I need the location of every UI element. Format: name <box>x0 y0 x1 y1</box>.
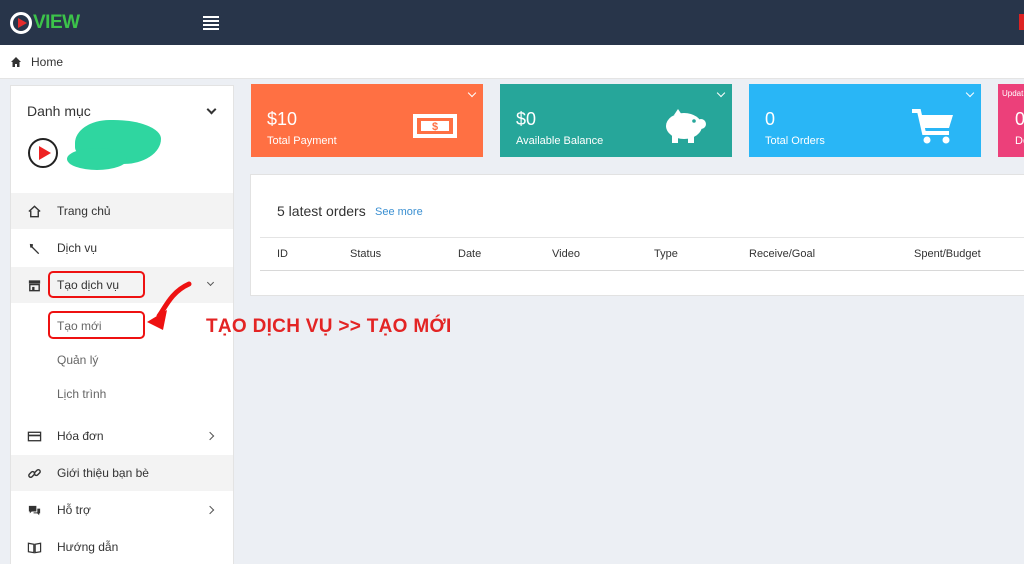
chevron-down-icon[interactable] <box>965 88 975 98</box>
column-header-status[interactable]: Status <box>350 248 381 260</box>
card-value: $10 <box>267 109 298 129</box>
sidebar-item-trang-chu[interactable]: Trang chủ <box>11 193 233 229</box>
column-header-video[interactable]: Video <box>552 248 580 260</box>
card-top-note: Updat <box>1002 89 1024 98</box>
breadcrumb: Home <box>0 45 1024 79</box>
column-header-type[interactable]: Type <box>654 248 678 260</box>
divider <box>260 270 1024 271</box>
annotation-text: TẠO DỊCH VỤ >> TẠO MỚI <box>206 316 452 337</box>
column-header-spent-budget[interactable]: Spent/Budget <box>914 248 981 260</box>
card-value: $0 <box>516 109 537 129</box>
column-header-id[interactable]: ID <box>277 248 288 260</box>
sidebar-item-dich-vu[interactable]: Dịch vụ <box>11 230 233 266</box>
money-icon: $ <box>413 114 457 138</box>
chevron-right-icon <box>205 505 215 515</box>
sidebar-item-huong-dan[interactable]: Hướng dẫn <box>11 529 233 564</box>
card-value: 0 <box>765 109 776 129</box>
card-total-orders[interactable]: 0 Total Orders <box>749 84 981 157</box>
book-icon <box>27 540 42 555</box>
credit-card-icon <box>27 429 42 444</box>
card-available-balance[interactable]: $0 Available Balance <box>500 84 732 157</box>
sidebar-heading: Danh mục <box>27 103 91 119</box>
column-header-date[interactable]: Date <box>458 248 481 260</box>
home-icon <box>27 204 42 219</box>
top-navbar: VIEW <box>0 0 1024 45</box>
card-partial[interactable]: Updat 0 De <box>998 84 1024 157</box>
link-icon <box>27 466 42 481</box>
redaction-blob <box>67 148 127 170</box>
home-icon <box>11 56 21 67</box>
notification-indicator[interactable] <box>1019 14 1024 30</box>
card-total-payment[interactable]: $10 Total Payment $ <box>251 84 483 157</box>
chevron-down-icon[interactable] <box>467 88 477 98</box>
divider <box>260 237 1024 238</box>
sidebar-item-hoa-don[interactable]: Hóa đơn <box>11 418 233 454</box>
sidebar-item-gioi-thieu[interactable]: Giới thiệu bạn bè <box>11 455 233 491</box>
sidebar-item-label: Hóa đơn <box>57 429 104 443</box>
app-logo[interactable]: VIEW <box>10 10 80 36</box>
breadcrumb-home[interactable]: Home <box>31 55 63 69</box>
svg-text:$: $ <box>432 121 438 133</box>
column-header-receive-goal[interactable]: Receive/Goal <box>749 248 815 260</box>
chevron-right-icon <box>205 431 215 441</box>
orders-title: 5 latest orders <box>277 203 366 219</box>
logo-play-icon <box>10 12 32 34</box>
cart-icon <box>912 109 953 144</box>
avatar[interactable] <box>28 138 58 168</box>
sidebar-item-label: Hướng dẫn <box>57 540 119 554</box>
sidebar-subitem-quan-ly[interactable]: Quản lý <box>57 353 98 367</box>
sidebar-subitem-lich-trinh[interactable]: Lịch trình <box>57 387 106 401</box>
highlight-box-tao-dich-vu <box>48 271 145 298</box>
logo-text: VIEW <box>33 12 80 33</box>
see-more-link[interactable]: See more <box>375 206 423 218</box>
card-value: 0 <box>1015 109 1024 129</box>
sidebar-item-label: Giới thiệu bạn bè <box>57 466 149 480</box>
card-label: Total Payment <box>267 135 337 147</box>
sidebar-item-label: Trang chủ <box>57 204 111 218</box>
annotation-arrow-icon <box>147 281 192 330</box>
wrench-icon <box>27 241 42 256</box>
chat-icon <box>27 503 42 518</box>
latest-orders-panel: 5 latest orders See more ID Status Date … <box>250 174 1024 296</box>
chevron-down-icon[interactable] <box>716 88 726 98</box>
chevron-down-icon <box>206 278 215 287</box>
store-icon <box>27 278 42 293</box>
chevron-down-icon[interactable] <box>206 104 217 115</box>
sidebar-item-ho-tro[interactable]: Hỗ trợ <box>11 492 233 528</box>
card-label: De <box>1015 135 1024 147</box>
sidebar-item-label: Dịch vụ <box>57 241 98 255</box>
card-label: Available Balance <box>516 135 604 147</box>
piggy-bank-icon <box>666 109 706 143</box>
sidebar-item-label: Hỗ trợ <box>57 503 91 517</box>
card-label: Total Orders <box>765 135 825 147</box>
hamburger-menu-icon[interactable] <box>203 16 219 30</box>
highlight-box-tao-moi <box>48 311 145 339</box>
